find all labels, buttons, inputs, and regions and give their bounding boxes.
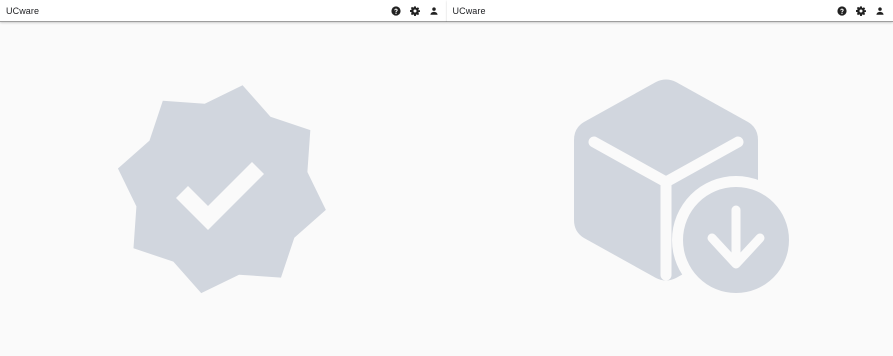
brand-title: UCware — [6, 5, 40, 16]
help-icon[interactable] — [837, 5, 847, 16]
right-panel: UCware — [446, 0, 893, 356]
split-view: UCware UCware — [0, 0, 893, 356]
help-icon[interactable] — [390, 5, 401, 16]
settings-icon[interactable] — [409, 5, 420, 16]
settings-icon[interactable] — [856, 5, 866, 16]
account-icon[interactable] — [875, 6, 885, 16]
app-bar-actions — [837, 5, 887, 16]
package-download-icon — [573, 79, 790, 304]
verified-badge-icon — [118, 84, 327, 293]
illustration-area — [447, 23, 893, 356]
app-bar-actions — [390, 5, 441, 16]
top-app-bar: UCware — [446, 0, 893, 22]
brand-title: UCware — [452, 5, 486, 16]
account-icon[interactable] — [429, 6, 439, 16]
left-panel: UCware — [0, 0, 447, 356]
top-app-bar: UCware — [0, 0, 447, 22]
illustration-area — [0, 23, 447, 356]
